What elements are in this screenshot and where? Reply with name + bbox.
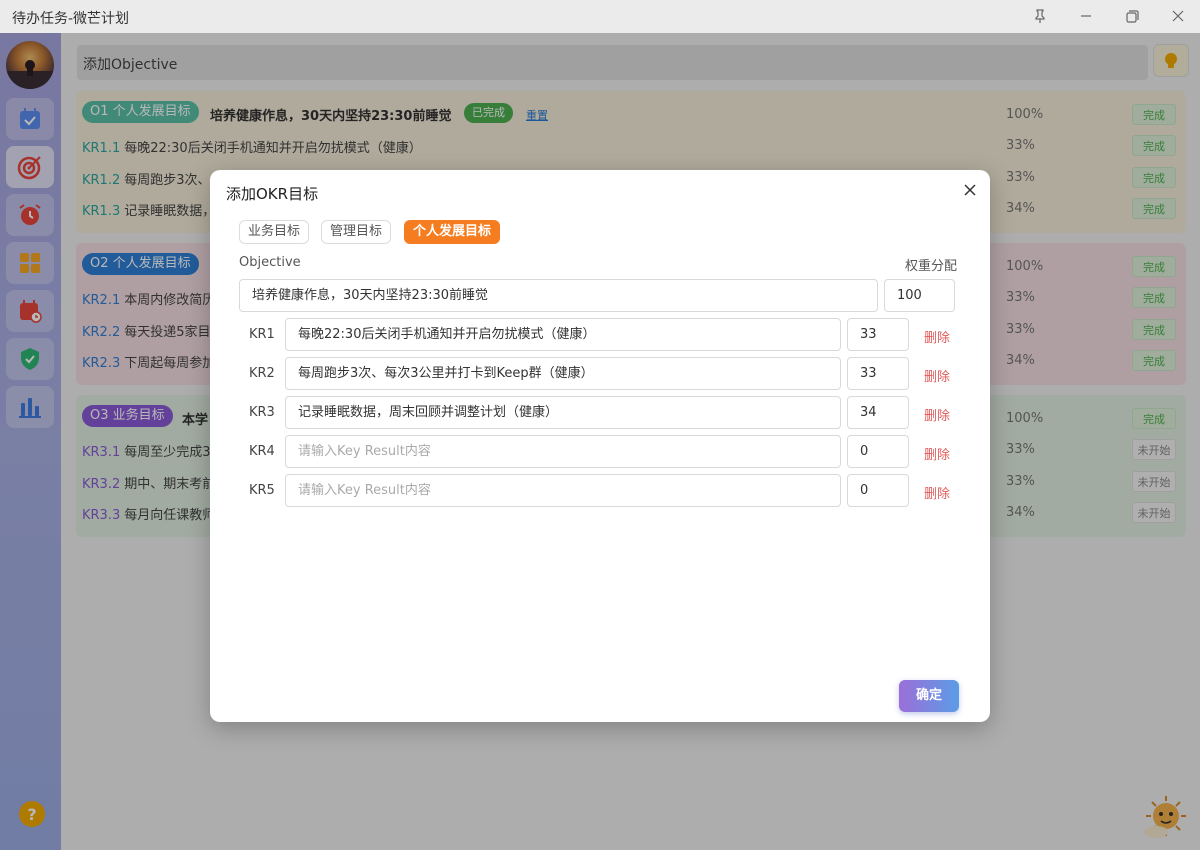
kr-label: KR1 bbox=[249, 327, 275, 342]
objective-input[interactable]: 培养健康作息，30天内坚持23:30前睡觉 bbox=[239, 279, 878, 312]
tab-business-goal[interactable]: 业务目标 bbox=[239, 220, 310, 244]
kr-input[interactable]: 每晚22:30后关闭手机通知并开启勿扰模式（健康） bbox=[285, 318, 841, 351]
tab-management-goal[interactable]: 管理目标 bbox=[321, 220, 392, 244]
delete-button[interactable]: 删除 bbox=[924, 444, 950, 463]
title-bar: 待办任务-微芒计划 bbox=[0, 0, 1200, 33]
kr-input[interactable]: 请输入Key Result内容 bbox=[285, 474, 841, 507]
kr-label: KR5 bbox=[249, 483, 275, 498]
objective-label: Objective bbox=[239, 255, 301, 270]
close-icon[interactable] bbox=[962, 182, 978, 198]
kr-label: KR4 bbox=[249, 444, 275, 459]
close-icon[interactable] bbox=[1163, 4, 1193, 28]
pin-icon[interactable] bbox=[1025, 4, 1055, 28]
delete-button[interactable]: 删除 bbox=[924, 327, 950, 346]
kr-weight-input[interactable]: 0 bbox=[847, 435, 909, 468]
maximize-icon[interactable] bbox=[1117, 4, 1147, 28]
kr-weight-input[interactable]: 33 bbox=[847, 357, 909, 390]
add-okr-dialog: 添加OKR目标 业务目标 管理目标 个人发展目标 Objective 权重分配 … bbox=[210, 170, 990, 722]
kr-input[interactable]: 请输入Key Result内容 bbox=[285, 435, 841, 468]
kr-input[interactable]: 每周跑步3次、每次3公里并打卡到Keep群（健康） bbox=[285, 357, 841, 390]
weight-label: 权重分配 bbox=[905, 259, 958, 274]
kr-label: KR2 bbox=[249, 366, 275, 381]
delete-button[interactable]: 删除 bbox=[924, 366, 950, 385]
kr-weight-input[interactable]: 0 bbox=[847, 474, 909, 507]
objective-weight-input[interactable]: 100 bbox=[884, 279, 955, 312]
kr-label: KR3 bbox=[249, 405, 275, 420]
dialog-title: 添加OKR目标 bbox=[226, 185, 319, 203]
delete-button[interactable]: 删除 bbox=[924, 483, 950, 502]
kr-input[interactable]: 记录睡眠数据，周末回顾并调整计划（健康） bbox=[285, 396, 841, 429]
window-title: 待办任务-微芒计划 bbox=[12, 11, 130, 27]
kr-weight-input[interactable]: 33 bbox=[847, 318, 909, 351]
confirm-button[interactable]: 确定 bbox=[899, 680, 959, 712]
minimize-icon[interactable] bbox=[1071, 4, 1101, 28]
kr-weight-input[interactable]: 34 bbox=[847, 396, 909, 429]
tab-personal-development-goal[interactable]: 个人发展目标 bbox=[404, 220, 501, 244]
delete-button[interactable]: 删除 bbox=[924, 405, 950, 424]
